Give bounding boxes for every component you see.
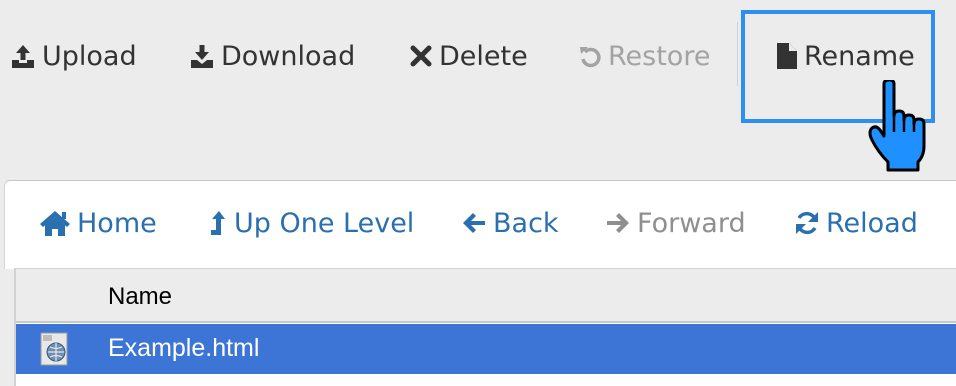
- delete-label: Delete: [439, 40, 528, 72]
- back-button[interactable]: Back: [461, 203, 559, 243]
- download-label: Download: [221, 40, 356, 72]
- home-icon: [40, 211, 70, 236]
- upload-button[interactable]: Upload: [10, 36, 137, 76]
- upload-icon: [12, 45, 34, 68]
- back-label: Back: [493, 207, 559, 239]
- html-file-icon: [40, 332, 68, 366]
- home-label: Home: [77, 207, 157, 239]
- rename-button[interactable]: Rename: [776, 36, 915, 76]
- reload-button[interactable]: Reload: [794, 203, 918, 243]
- upload-label: Upload: [42, 40, 137, 72]
- restore-icon: [580, 47, 601, 68]
- column-header-label: Name: [108, 283, 173, 310]
- download-icon: [191, 45, 213, 68]
- restore-label: Restore: [608, 40, 711, 72]
- file-manager-toolbar: Upload Download Delete Restore Rename: [0, 0, 956, 178]
- level-up-icon: [211, 211, 225, 235]
- restore-button[interactable]: Restore: [578, 36, 710, 76]
- up-one-level-label: Up One Level: [234, 207, 415, 239]
- forward-button[interactable]: Forward: [605, 203, 746, 243]
- navigation-bar: Home Up One Level Back Forward Reload: [4, 180, 956, 269]
- arrow-left-icon: [463, 213, 485, 233]
- file-list: Name Example.html: [14, 268, 956, 386]
- arrow-right-icon: [607, 213, 629, 233]
- reload-label: Reload: [826, 207, 918, 239]
- hand-pointer-icon: [868, 80, 926, 172]
- rename-label: Rename: [804, 40, 915, 72]
- forward-label: Forward: [637, 207, 746, 239]
- file-icon: [777, 43, 797, 69]
- delete-button[interactable]: Delete: [409, 36, 528, 76]
- toolbar-divider: [737, 22, 738, 86]
- up-one-level-button[interactable]: Up One Level: [210, 203, 414, 243]
- refresh-icon: [796, 211, 818, 235]
- file-name: Example.html: [108, 334, 260, 362]
- delete-icon: [410, 45, 432, 67]
- column-header-name[interactable]: Name: [16, 268, 956, 323]
- file-row[interactable]: Example.html: [16, 324, 956, 374]
- home-button[interactable]: Home: [39, 203, 157, 243]
- download-button[interactable]: Download: [189, 36, 355, 76]
